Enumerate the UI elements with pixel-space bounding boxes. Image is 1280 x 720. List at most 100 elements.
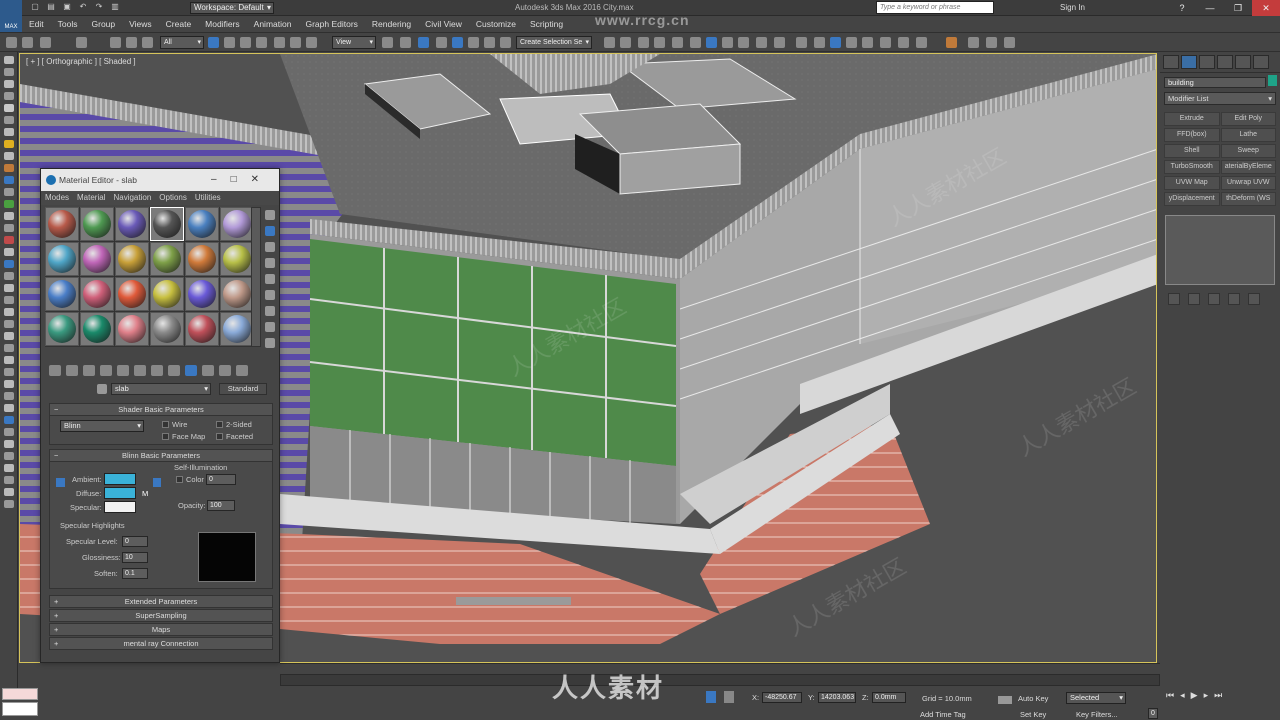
tool-strip-icon[interactable] (3, 248, 14, 256)
material-sample-slot[interactable] (45, 242, 79, 276)
tool-strip-icon[interactable] (3, 392, 14, 400)
menu-item[interactable]: Modifiers (198, 19, 246, 29)
reference-coord-select[interactable]: View (332, 36, 376, 49)
render-icon[interactable] (756, 37, 767, 48)
tool-strip-icon[interactable] (3, 116, 14, 124)
material-name-field[interactable]: slab (111, 383, 211, 395)
go-to-start-icon[interactable]: ⏮ (1166, 690, 1174, 716)
select-object-icon[interactable] (208, 37, 219, 48)
material-sample-slot[interactable] (185, 207, 219, 241)
menu-item[interactable]: Views (122, 19, 159, 29)
material-editor-titlebar[interactable]: Material Editor - slab –□✕ (41, 169, 279, 191)
rendered-frame-icon[interactable] (738, 37, 749, 48)
move-icon[interactable] (274, 37, 285, 48)
tool-strip-icon[interactable] (3, 296, 14, 304)
maxscript-input[interactable] (2, 702, 38, 716)
tool-strip-icon[interactable] (3, 356, 14, 364)
edit-named-sel-icon[interactable] (500, 37, 511, 48)
extra-tool-icon[interactable] (880, 37, 891, 48)
display-tab-icon[interactable] (1235, 55, 1251, 69)
rollout-header[interactable]: Blinn Basic Parameters (50, 450, 272, 462)
tool-strip-icon[interactable] (3, 428, 14, 436)
faceted-checkbox[interactable] (216, 433, 223, 440)
extra-tool-icon[interactable] (968, 37, 979, 48)
reset-map-icon[interactable] (100, 365, 112, 376)
utilities-tab-icon[interactable] (1253, 55, 1269, 69)
selection-lock-icon[interactable] (706, 691, 716, 703)
modifier-button[interactable]: Sweep (1220, 144, 1276, 158)
backlight-icon[interactable] (265, 226, 275, 236)
mirror-icon[interactable] (604, 37, 615, 48)
rollout-header[interactable]: Maps (50, 624, 272, 636)
tool-strip-icon[interactable] (3, 416, 14, 424)
render-setup-icon[interactable] (722, 37, 733, 48)
menu-item[interactable]: Rendering (365, 19, 418, 29)
tool-strip-icon[interactable] (3, 140, 14, 148)
redo-icon[interactable] (22, 37, 33, 48)
menu-item[interactable]: Customize (469, 19, 523, 29)
align-icon[interactable] (620, 37, 631, 48)
tool-strip-icon[interactable] (3, 104, 14, 112)
modifier-button[interactable]: Extrude (1164, 112, 1220, 126)
self-illum-spinner[interactable]: 0 (206, 474, 236, 485)
help-icon[interactable]: ? (1168, 0, 1196, 16)
tool-strip-icon[interactable] (3, 308, 14, 316)
material-sample-slot[interactable] (45, 312, 79, 346)
redo-icon[interactable]: ↷ (94, 1, 104, 12)
tool-strip-icon[interactable] (3, 476, 14, 484)
tool-strip-icon[interactable] (3, 404, 14, 412)
material-sample-slot[interactable] (115, 277, 149, 311)
snap-toggle-icon[interactable] (436, 37, 447, 48)
angle-snap-icon[interactable] (452, 37, 463, 48)
selection-filter-select[interactable]: All (160, 36, 204, 49)
bind-spacewarp-icon[interactable] (110, 37, 121, 48)
material-sample-slot[interactable] (185, 312, 219, 346)
modifier-button[interactable]: TurboSmooth (1164, 160, 1220, 174)
tool-strip-icon[interactable] (3, 224, 14, 232)
undo-icon[interactable] (6, 37, 17, 48)
ribbon-icon[interactable] (654, 37, 665, 48)
minimize-button[interactable]: — (1196, 0, 1224, 16)
material-sample-slot[interactable] (185, 277, 219, 311)
diffuse-color-swatch[interactable] (104, 487, 136, 499)
tool-strip-icon[interactable] (3, 488, 14, 496)
x-coordinate-field[interactable]: -48250.67 (762, 692, 802, 703)
render-iterative-icon[interactable] (774, 37, 785, 48)
show-end-result-icon[interactable] (202, 365, 214, 376)
new-file-icon[interactable]: ▢ (30, 1, 40, 12)
tool-strip-icon[interactable] (3, 200, 14, 208)
extra-tool-icon[interactable] (814, 37, 825, 48)
face-map-checkbox[interactable] (162, 433, 169, 440)
material-sample-slot[interactable] (150, 312, 184, 346)
modifier-button[interactable]: Unwrap UVW (1220, 176, 1276, 190)
keyboard-shortcut-icon[interactable] (418, 37, 429, 48)
extra-tool-icon[interactable] (898, 37, 909, 48)
tool-strip-icon[interactable] (3, 320, 14, 328)
extra-tool-icon[interactable] (946, 37, 957, 48)
extra-tool-icon[interactable] (916, 37, 927, 48)
material-sample-slot[interactable] (80, 242, 114, 276)
menu-item[interactable]: Animation (247, 19, 299, 29)
tool-strip-icon[interactable] (3, 272, 14, 280)
z-coordinate-field[interactable]: 0.0mm (872, 692, 906, 703)
video-color-check-icon[interactable] (265, 274, 275, 284)
tool-strip-icon[interactable] (3, 152, 14, 160)
create-tab-icon[interactable] (1163, 55, 1179, 69)
tool-strip-icon[interactable] (3, 176, 14, 184)
next-frame-icon[interactable]: ▸ (1204, 690, 1209, 716)
select-by-material-icon[interactable] (265, 322, 275, 332)
opacity-spinner[interactable]: 100 (207, 500, 235, 511)
material-navigator-icon[interactable] (265, 338, 275, 348)
rollout-header[interactable]: SuperSampling (50, 610, 272, 622)
menu-item[interactable]: Group (85, 19, 123, 29)
manipulate-icon[interactable] (400, 37, 411, 48)
remove-modifier-icon[interactable] (1228, 293, 1240, 305)
workspace-select[interactable]: Workspace: Default (190, 2, 274, 14)
tool-strip-icon[interactable] (3, 500, 14, 508)
material-sample-slot[interactable] (220, 277, 254, 311)
modifier-button[interactable]: Lathe (1220, 128, 1276, 142)
menu-item[interactable]: Scripting (523, 19, 570, 29)
put-to-library-icon[interactable] (151, 365, 163, 376)
rollout-header[interactable]: Shader Basic Parameters (50, 404, 272, 416)
project-folder-icon[interactable]: ▥ (110, 1, 120, 12)
